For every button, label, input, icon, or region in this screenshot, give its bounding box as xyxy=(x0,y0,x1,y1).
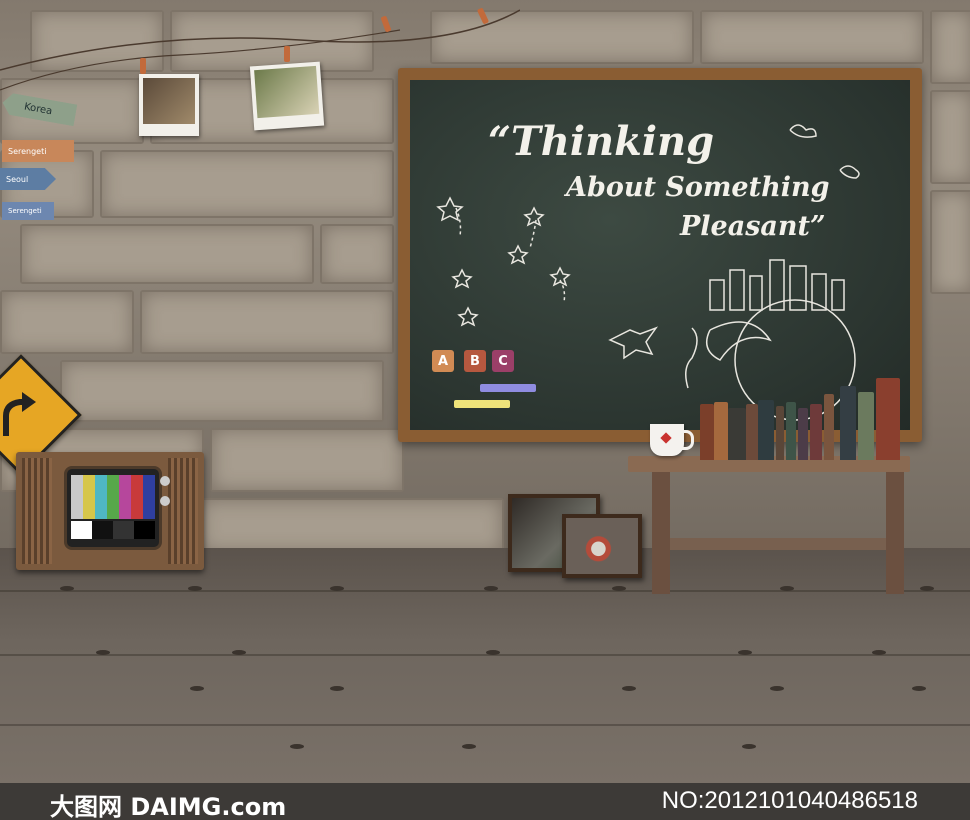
book xyxy=(786,402,796,460)
cup-handle xyxy=(681,430,694,450)
sign-label: Serengeti xyxy=(8,207,42,215)
brick xyxy=(60,360,384,422)
floor-rivet xyxy=(912,686,926,691)
color-bar xyxy=(143,475,155,519)
floor-rivet xyxy=(612,586,626,591)
curve-arrow-icon xyxy=(2,392,36,436)
chalk-stick-purple xyxy=(480,384,536,392)
color-bar xyxy=(95,475,107,519)
color-bar xyxy=(107,475,119,519)
book xyxy=(746,404,758,460)
scene: Korea Serengeti Seoul Serengeti “Thinkin… xyxy=(0,0,970,820)
brick xyxy=(210,428,404,492)
brick xyxy=(930,190,970,294)
hanging-photo xyxy=(249,61,325,131)
sign-label: Seoul xyxy=(6,174,29,184)
clothespin xyxy=(140,58,146,74)
book xyxy=(758,400,774,460)
floor-rivet xyxy=(190,686,204,691)
watermark-bar: 大图网 DAIMG.com NO:20121010404865​18 xyxy=(0,783,970,820)
chalk-stick-yellow xyxy=(454,400,510,408)
floor-rivet xyxy=(330,686,344,691)
book xyxy=(876,378,900,460)
floor-rivet xyxy=(920,586,934,591)
book xyxy=(700,404,714,460)
color-bar xyxy=(119,475,131,519)
floor-rivet xyxy=(622,686,636,691)
book xyxy=(714,402,728,460)
floor-rivet xyxy=(188,586,202,591)
floor-rivet xyxy=(96,650,110,655)
floor-rivet xyxy=(330,586,344,591)
direction-sign: Seoul xyxy=(0,168,56,190)
tv-test-pattern-bottom xyxy=(71,521,155,539)
direction-sign: Serengeti xyxy=(2,140,74,162)
table-shelf xyxy=(670,538,886,550)
brick xyxy=(200,498,504,554)
tv-speaker-grill xyxy=(22,458,52,564)
tv-knob xyxy=(160,476,170,486)
retro-television xyxy=(16,452,204,570)
letter-block-a: A xyxy=(432,350,454,372)
book xyxy=(728,408,746,460)
sign-label: Korea xyxy=(23,100,54,117)
watermark-number: NO:20121010404865​18 xyxy=(661,787,918,814)
color-bar xyxy=(83,475,95,519)
book xyxy=(824,394,834,460)
table-leg xyxy=(886,472,904,594)
floor-rivet xyxy=(738,650,752,655)
book xyxy=(840,386,856,460)
wooden-side-table xyxy=(628,450,910,595)
clothespin xyxy=(284,46,290,62)
brick xyxy=(700,10,924,64)
floor-rivet xyxy=(60,586,74,591)
brick xyxy=(100,150,394,218)
color-bar xyxy=(131,475,143,519)
color-bar xyxy=(71,475,83,519)
tv-screen xyxy=(64,466,162,550)
book xyxy=(776,406,784,460)
brick xyxy=(320,224,394,284)
floor-rivet xyxy=(290,744,304,749)
tv-knob xyxy=(160,496,170,506)
brick xyxy=(140,290,394,354)
table-leg xyxy=(652,472,670,594)
book xyxy=(798,408,808,460)
floor-rivet xyxy=(462,744,476,749)
floor-rivet xyxy=(742,744,756,749)
sign-label: Serengeti xyxy=(8,146,47,156)
book xyxy=(858,392,874,460)
floor-rivet xyxy=(486,650,500,655)
book-stack xyxy=(700,376,904,460)
floor-rivet xyxy=(484,586,498,591)
floor-rivet xyxy=(872,650,886,655)
book xyxy=(810,404,822,460)
floor-rivet xyxy=(770,686,784,691)
hanging-photo xyxy=(139,74,199,136)
brick xyxy=(20,224,314,284)
tv-speaker-grill xyxy=(168,458,198,564)
letter-block-c: C xyxy=(492,350,514,372)
direction-sign: Serengeti xyxy=(2,202,54,220)
watermark-site: 大图网 DAIMG.com xyxy=(50,793,287,820)
color-bars xyxy=(71,475,155,519)
floor-seam xyxy=(0,724,970,726)
letter-block-b: B xyxy=(464,350,486,372)
brick xyxy=(930,10,970,84)
brick xyxy=(0,290,134,354)
floor-seam xyxy=(0,654,970,656)
floor-rivet xyxy=(232,650,246,655)
brick xyxy=(930,90,970,184)
